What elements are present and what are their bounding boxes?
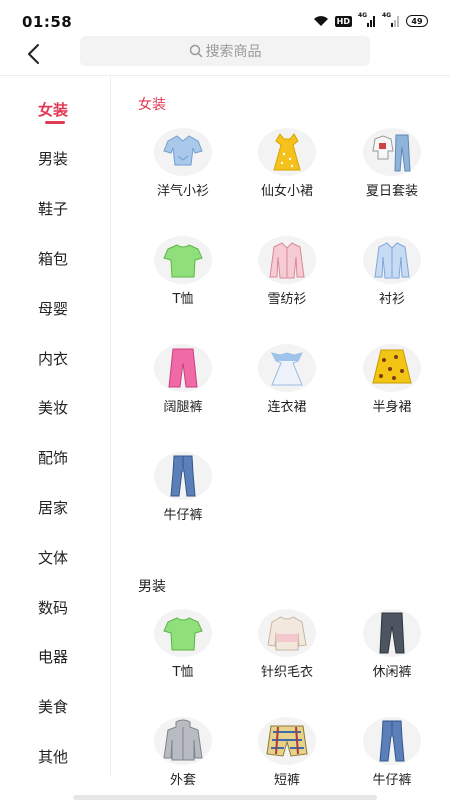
sidebar-item[interactable]: 其他 [0,738,110,774]
category-item[interactable]: 外套 [133,717,233,788]
category-content: 女装 洋气小衫 仙女小裙 夏日套装 T恤 雪纺衫 衬衫 阔腿裤 连衣裙 半身裙 牛仔裤 男装 T恤 针织毛… [111,76,450,800]
sidebar-item-label: 母婴 [37,299,68,318]
category-item-label: 休闲裤 [372,665,412,680]
wifi-icon [313,15,329,27]
dress-icon [258,128,316,176]
status-bar: 01:58 HD 4G 4G 49 [0,0,450,34]
sidebar-item-label: 美食 [37,698,68,717]
sidebar-item[interactable]: 箱包 [0,240,110,276]
sidebar-item-label: 女装 [37,100,68,119]
status-icons: HD 4G 4G 49 [313,12,428,27]
category-item[interactable]: 针织毛衣 [237,609,337,680]
sweater-icon [258,609,316,657]
category-item-label: 短裤 [273,773,300,788]
sidebar-item[interactable]: 文体 [0,539,110,575]
signal-icon: 4G [382,12,400,27]
sidebar-item-label: 数码 [37,598,68,617]
header: 搜索商品 [0,34,450,74]
one-piece-dress-icon [258,344,316,392]
battery-icon: 49 [406,15,428,27]
category-item[interactable]: 阔腿裤 [133,344,233,415]
back-button[interactable] [20,40,46,68]
category-item-label: T恤 [172,292,194,307]
category-item-label: 夏日套装 [365,184,418,199]
chiffon-shirt-icon [258,236,316,284]
shirt-icon [363,236,421,284]
sidebar-item[interactable]: 居家 [0,489,110,525]
category-item-label: 外套 [169,773,196,788]
sidebar-item-label: 电器 [37,648,68,667]
blouse-icon [154,128,212,176]
search-input[interactable]: 搜索商品 [80,36,370,66]
category-item[interactable]: 连衣裙 [237,344,337,415]
category-item-label: 雪纺衫 [267,292,307,307]
category-item[interactable]: 洋气小衫 [133,128,233,199]
search-placeholder: 搜索商品 [205,44,262,60]
section-title: 男装 [138,579,166,595]
sidebar-item[interactable]: 男装 [0,141,110,177]
category-item[interactable]: 衬衫 [342,236,442,307]
category-item-label: 牛仔裤 [163,508,203,523]
casual-pants-icon [363,609,421,657]
section-title: 女装 [138,97,166,113]
home-indicator[interactable] [73,795,377,800]
category-item-label: 牛仔裤 [372,773,412,788]
summer-set-icon [363,128,421,176]
category-item[interactable]: 休闲裤 [342,609,442,680]
shorts-icon [258,717,316,765]
tshirt-icon [154,609,212,657]
sidebar-item[interactable]: 鞋子 [0,191,110,227]
category-item[interactable]: 仙女小裙 [237,128,337,199]
category-item[interactable]: 雪纺衫 [237,236,337,307]
wide-pants-icon [154,344,212,392]
sidebar-item-label: 居家 [37,498,68,517]
category-item[interactable]: 半身裙 [342,344,442,415]
category-item[interactable]: 短裤 [237,717,337,788]
category-item-label: 针织毛衣 [260,665,313,680]
category-item-label: 洋气小衫 [156,184,209,199]
sidebar-item[interactable]: 数码 [0,589,110,625]
category-item-label: 半身裙 [372,400,412,415]
sidebar-item[interactable]: 美食 [0,689,110,725]
chevron-left-icon [28,44,39,64]
sidebar-item[interactable]: 母婴 [0,290,110,326]
category-item[interactable]: 夏日套装 [342,128,442,199]
jacket-icon [154,717,212,765]
active-indicator [45,121,65,124]
signal-icon: 4G [358,12,376,27]
category-item-label: T恤 [172,665,194,680]
category-item-label: 阔腿裤 [163,400,203,415]
category-item[interactable]: 牛仔裤 [342,717,442,788]
status-time: 01:58 [22,13,73,31]
search-icon [189,44,202,58]
jeans-icon [154,452,212,500]
category-item[interactable]: T恤 [133,609,233,680]
hd-badge: HD [334,15,352,27]
skirt-icon [363,344,421,392]
sidebar-item-label: 箱包 [37,249,68,268]
sidebar-item[interactable]: 美妆 [0,390,110,426]
sidebar-item[interactable]: 女装 [0,91,110,127]
sidebar-item-label: 其他 [37,747,68,766]
category-item[interactable]: 牛仔裤 [133,452,233,523]
sidebar-item-label: 内衣 [37,349,68,368]
sidebar-item-label: 男装 [37,150,68,169]
category-item[interactable]: T恤 [133,236,233,307]
sidebar-item-label: 文体 [37,548,68,567]
sidebar-item[interactable]: 配饰 [0,440,110,476]
jeans-icon [363,717,421,765]
sidebar-item[interactable]: 内衣 [0,340,110,376]
sidebar-item-label: 美妆 [37,399,68,418]
category-item-label: 连衣裙 [267,400,307,415]
sidebar-item-label: 配饰 [37,449,68,468]
sidebar-item-label: 鞋子 [37,200,68,219]
category-item-label: 仙女小裙 [260,184,313,199]
tshirt-icon [154,236,212,284]
category-item-label: 衬衫 [378,292,405,307]
sidebar-item[interactable]: 电器 [0,639,110,675]
